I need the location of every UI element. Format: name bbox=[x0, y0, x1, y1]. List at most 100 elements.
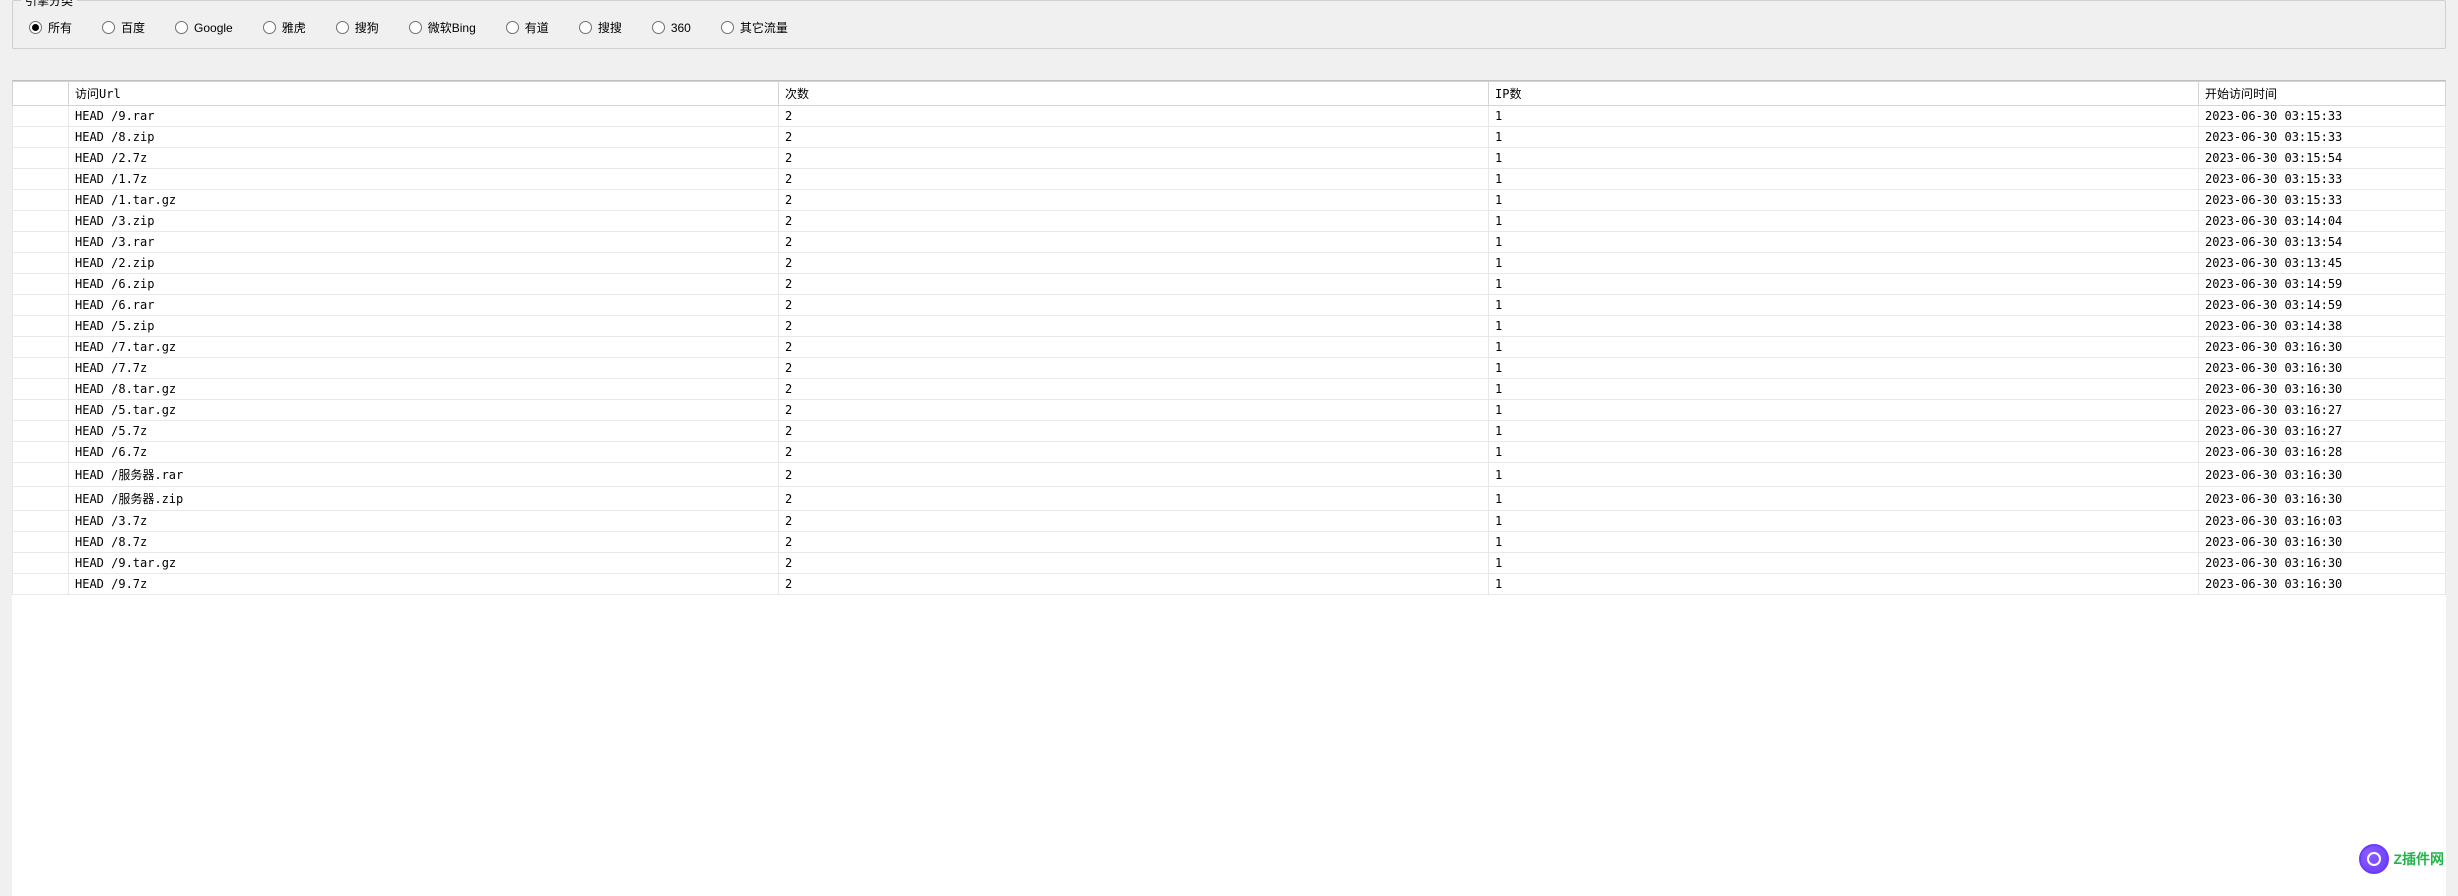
cell-time: 2023-06-30 03:15:33 bbox=[2199, 169, 2446, 190]
cell-blank bbox=[13, 295, 69, 316]
table-row[interactable]: HEAD /1.tar.gz212023-06-30 03:15:33 bbox=[13, 190, 2446, 211]
cell-time: 2023-06-30 03:16:27 bbox=[2199, 421, 2446, 442]
cell-ip: 1 bbox=[1489, 532, 2199, 553]
radio-circle-icon bbox=[506, 21, 519, 34]
table-row[interactable]: HEAD /3.7z212023-06-30 03:16:03 bbox=[13, 511, 2446, 532]
cell-ip: 1 bbox=[1489, 316, 2199, 337]
radio-7[interactable]: 搜搜 bbox=[579, 19, 622, 36]
cell-ip: 1 bbox=[1489, 148, 2199, 169]
cell-ip: 1 bbox=[1489, 421, 2199, 442]
radio-6[interactable]: 有道 bbox=[506, 19, 549, 36]
table-row[interactable]: HEAD /1.7z212023-06-30 03:15:33 bbox=[13, 169, 2446, 190]
col-header-blank[interactable] bbox=[13, 82, 69, 106]
radio-label: 百度 bbox=[121, 19, 145, 36]
cell-count: 2 bbox=[779, 337, 1489, 358]
cell-time: 2023-06-30 03:16:30 bbox=[2199, 463, 2446, 487]
cell-time: 2023-06-30 03:14:04 bbox=[2199, 211, 2446, 232]
radio-3[interactable]: 雅虎 bbox=[263, 19, 306, 36]
table-row[interactable]: HEAD /6.rar212023-06-30 03:14:59 bbox=[13, 295, 2446, 316]
cell-time: 2023-06-30 03:16:30 bbox=[2199, 379, 2446, 400]
table-row[interactable]: HEAD /8.tar.gz212023-06-30 03:16:30 bbox=[13, 379, 2446, 400]
cell-ip: 1 bbox=[1489, 253, 2199, 274]
table-row[interactable]: HEAD /8.7z212023-06-30 03:16:30 bbox=[13, 532, 2446, 553]
table-row[interactable]: HEAD /服务器.rar212023-06-30 03:16:30 bbox=[13, 463, 2446, 487]
radio-5[interactable]: 微软Bing bbox=[409, 19, 476, 36]
cell-url: HEAD /8.tar.gz bbox=[69, 379, 779, 400]
cell-count: 2 bbox=[779, 253, 1489, 274]
cell-count: 2 bbox=[779, 463, 1489, 487]
table-row[interactable]: HEAD /3.zip212023-06-30 03:14:04 bbox=[13, 211, 2446, 232]
table-row[interactable]: HEAD /5.zip212023-06-30 03:14:38 bbox=[13, 316, 2446, 337]
table-row[interactable]: HEAD /6.zip212023-06-30 03:14:59 bbox=[13, 274, 2446, 295]
table-row[interactable]: HEAD /2.zip212023-06-30 03:13:45 bbox=[13, 253, 2446, 274]
cell-blank bbox=[13, 127, 69, 148]
radio-4[interactable]: 搜狗 bbox=[336, 19, 379, 36]
cell-url: HEAD /2.zip bbox=[69, 253, 779, 274]
table-row[interactable]: HEAD /5.7z212023-06-30 03:16:27 bbox=[13, 421, 2446, 442]
cell-blank bbox=[13, 463, 69, 487]
radio-label: 雅虎 bbox=[282, 19, 306, 36]
log-table: 访问Url 次数 IP数 开始访问时间 HEAD /9.rar212023-06… bbox=[12, 81, 2446, 595]
table-row[interactable]: HEAD /6.7z212023-06-30 03:16:28 bbox=[13, 442, 2446, 463]
radio-circle-icon bbox=[263, 21, 276, 34]
col-header-time[interactable]: 开始访问时间 bbox=[2199, 82, 2446, 106]
cell-url: HEAD /3.rar bbox=[69, 232, 779, 253]
cell-time: 2023-06-30 03:15:33 bbox=[2199, 190, 2446, 211]
col-header-count[interactable]: 次数 bbox=[779, 82, 1489, 106]
cell-count: 2 bbox=[779, 574, 1489, 595]
cell-count: 2 bbox=[779, 295, 1489, 316]
cell-count: 2 bbox=[779, 421, 1489, 442]
table-row[interactable]: HEAD /9.tar.gz212023-06-30 03:16:30 bbox=[13, 553, 2446, 574]
table-row[interactable]: HEAD /8.zip212023-06-30 03:15:33 bbox=[13, 127, 2446, 148]
table-row[interactable]: HEAD /3.rar212023-06-30 03:13:54 bbox=[13, 232, 2446, 253]
radio-circle-icon bbox=[409, 21, 422, 34]
radio-label: 搜狗 bbox=[355, 19, 379, 36]
radio-8[interactable]: 360 bbox=[652, 21, 691, 35]
cell-url: HEAD /1.7z bbox=[69, 169, 779, 190]
cell-blank bbox=[13, 211, 69, 232]
cell-time: 2023-06-30 03:14:59 bbox=[2199, 295, 2446, 316]
col-header-ip[interactable]: IP数 bbox=[1489, 82, 2199, 106]
cell-url: HEAD /8.zip bbox=[69, 127, 779, 148]
cell-url: HEAD /7.7z bbox=[69, 358, 779, 379]
cell-count: 2 bbox=[779, 190, 1489, 211]
cell-time: 2023-06-30 03:15:33 bbox=[2199, 127, 2446, 148]
col-header-url[interactable]: 访问Url bbox=[69, 82, 779, 106]
cell-time: 2023-06-30 03:16:03 bbox=[2199, 511, 2446, 532]
cell-url: HEAD /7.tar.gz bbox=[69, 337, 779, 358]
radio-9[interactable]: 其它流量 bbox=[721, 19, 788, 36]
cell-url: HEAD /8.7z bbox=[69, 532, 779, 553]
cell-time: 2023-06-30 03:13:45 bbox=[2199, 253, 2446, 274]
cell-time: 2023-06-30 03:16:30 bbox=[2199, 358, 2446, 379]
radio-0[interactable]: 所有 bbox=[29, 19, 72, 36]
radio-label: Google bbox=[194, 21, 233, 35]
cell-count: 2 bbox=[779, 211, 1489, 232]
cell-blank bbox=[13, 553, 69, 574]
radio-1[interactable]: 百度 bbox=[102, 19, 145, 36]
cell-count: 2 bbox=[779, 553, 1489, 574]
radio-2[interactable]: Google bbox=[175, 21, 233, 35]
table-row[interactable]: HEAD /9.rar212023-06-30 03:15:33 bbox=[13, 106, 2446, 127]
cell-url: HEAD /9.7z bbox=[69, 574, 779, 595]
radio-circle-icon bbox=[579, 21, 592, 34]
radio-circle-icon bbox=[336, 21, 349, 34]
cell-blank bbox=[13, 421, 69, 442]
cell-count: 2 bbox=[779, 232, 1489, 253]
cell-ip: 1 bbox=[1489, 169, 2199, 190]
cell-count: 2 bbox=[779, 316, 1489, 337]
table-row[interactable]: HEAD /7.tar.gz212023-06-30 03:16:30 bbox=[13, 337, 2446, 358]
cell-ip: 1 bbox=[1489, 442, 2199, 463]
cell-blank bbox=[13, 379, 69, 400]
cell-time: 2023-06-30 03:16:30 bbox=[2199, 553, 2446, 574]
table-row[interactable]: HEAD /9.7z212023-06-30 03:16:30 bbox=[13, 574, 2446, 595]
table-row[interactable]: HEAD /2.7z212023-06-30 03:15:54 bbox=[13, 148, 2446, 169]
cell-ip: 1 bbox=[1489, 379, 2199, 400]
cell-url: HEAD /5.tar.gz bbox=[69, 400, 779, 421]
cell-time: 2023-06-30 03:15:54 bbox=[2199, 148, 2446, 169]
table-row[interactable]: HEAD /服务器.zip212023-06-30 03:16:30 bbox=[13, 487, 2446, 511]
cell-blank bbox=[13, 169, 69, 190]
cell-count: 2 bbox=[779, 127, 1489, 148]
table-row[interactable]: HEAD /5.tar.gz212023-06-30 03:16:27 bbox=[13, 400, 2446, 421]
table-row[interactable]: HEAD /7.7z212023-06-30 03:16:30 bbox=[13, 358, 2446, 379]
groupbox-title: 引擎分类 bbox=[21, 0, 77, 9]
